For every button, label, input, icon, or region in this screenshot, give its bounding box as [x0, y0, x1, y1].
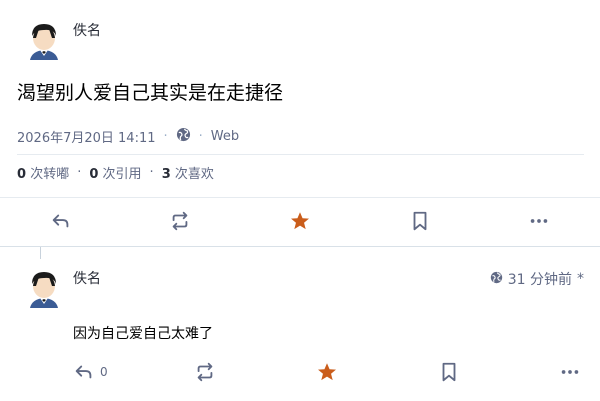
favourite-button[interactable]	[316, 361, 338, 383]
status-meta: 2026年7月20日 14:11 · · Web	[17, 127, 239, 146]
avatar-illustration	[30, 24, 58, 60]
reply-action-bar: 0	[0, 349, 600, 395]
thread-connector	[40, 247, 41, 259]
separator-dot: ·	[198, 129, 203, 144]
boost-button[interactable]	[169, 210, 191, 232]
boost-button[interactable]	[194, 361, 216, 383]
author-name[interactable]: 佚名	[73, 268, 101, 288]
reblogs-label: 次转嘟	[30, 167, 70, 182]
edited-marker: *	[577, 271, 584, 287]
reply-timestamp[interactable]: 31 分钟前 *	[490, 269, 584, 289]
more-options-button[interactable]	[528, 210, 550, 232]
reply-button[interactable]: 0	[73, 361, 108, 383]
separator-dot: ·	[163, 129, 168, 144]
avatar[interactable]	[22, 264, 66, 308]
divider	[17, 154, 584, 155]
bookmark-icon	[413, 211, 427, 231]
avatar[interactable]	[22, 16, 66, 60]
quotes-count: 0	[89, 167, 99, 182]
timestamp[interactable]: 2026年7月20日 14:11	[17, 127, 156, 146]
favourites-stat[interactable]: 3 次喜欢	[162, 163, 214, 182]
focused-status: 佚名 渴望别人爱自己其实是在走捷径 2026年7月20日 14:11 · · W…	[0, 0, 600, 247]
separator-dot: ·	[77, 165, 82, 180]
separator-dot: ·	[149, 165, 154, 180]
star-icon	[291, 212, 309, 230]
bookmark-button[interactable]	[438, 361, 460, 383]
favourites-label: 次喜欢	[174, 167, 214, 182]
author-name[interactable]: 佚名	[73, 20, 101, 40]
reply-icon	[75, 365, 92, 379]
status-action-bar	[0, 198, 600, 244]
reply-count: 0	[100, 365, 108, 379]
favourites-count: 3	[161, 167, 171, 182]
ellipsis-icon	[530, 219, 548, 223]
ellipsis-icon	[561, 370, 579, 374]
globe-icon	[176, 127, 191, 146]
quotes-stat[interactable]: 0 次引用	[89, 163, 141, 182]
application-name[interactable]: Web	[211, 129, 239, 144]
globe-icon	[490, 271, 503, 288]
favourite-button[interactable]	[289, 210, 311, 232]
more-options-button[interactable]	[559, 361, 581, 383]
boost-icon	[197, 362, 213, 382]
star-icon	[318, 363, 336, 381]
quotes-label: 次引用	[102, 167, 142, 182]
reblogs-stat[interactable]: 0 次转嘟	[17, 163, 69, 182]
status-stats: 0 次转嘟 · 0 次引用 · 3 次喜欢	[17, 163, 214, 182]
reply-icon	[52, 214, 69, 228]
relative-time: 31 分钟前	[507, 272, 572, 288]
reply-button[interactable]	[50, 210, 72, 232]
status-content: 渴望别人爱自己其实是在走捷径	[17, 82, 284, 104]
avatar-illustration	[30, 272, 58, 308]
bookmark-icon	[442, 362, 456, 382]
reply-content: 因为自己爱自己太难了	[73, 326, 213, 342]
bookmark-button[interactable]	[409, 210, 431, 232]
reblogs-count: 0	[17, 167, 27, 182]
boost-icon	[172, 211, 188, 231]
